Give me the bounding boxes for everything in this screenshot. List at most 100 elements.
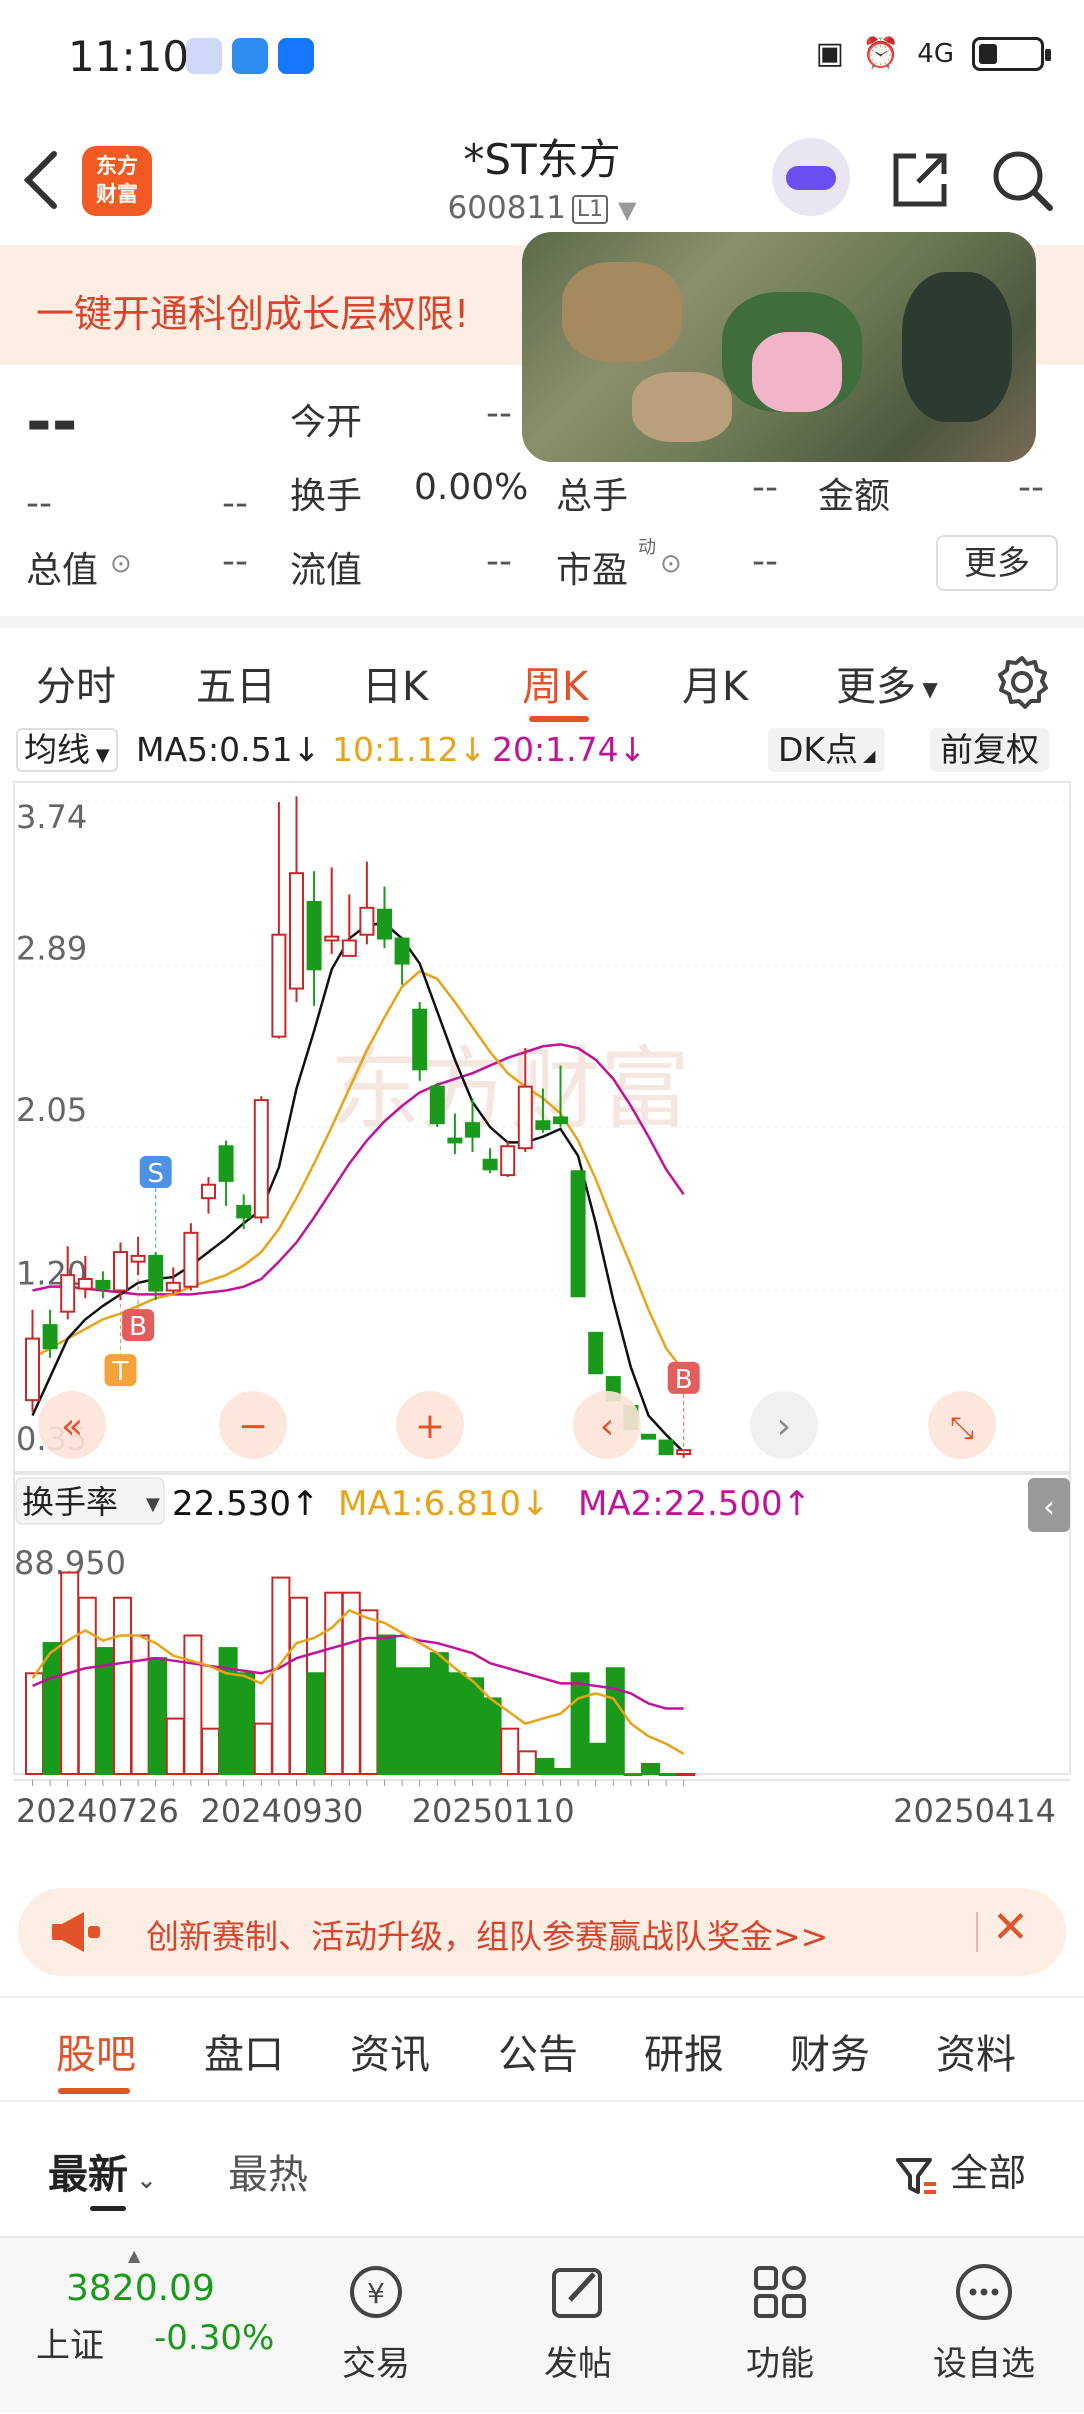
dk-point-button[interactable]: DK点 ◢ — [768, 728, 886, 772]
svg-text:‹: ‹ — [600, 1406, 614, 1447]
kline-chart[interactable]: 东方财富 3.742.892.051.200.35 STBB « − + ‹ ›… — [0, 780, 1084, 1870]
candle-body — [570, 1170, 586, 1298]
expand-button[interactable]: ⤡ — [928, 1391, 996, 1459]
tab-pankou[interactable]: 盘口 — [204, 2022, 284, 2080]
float-label: 流值 — [290, 550, 363, 591]
signal-icon: 4G — [917, 38, 954, 69]
candle-body — [412, 1008, 428, 1071]
ma-selector[interactable]: 均线 ▼ — [16, 728, 118, 772]
amount-value: -- — [1018, 467, 1044, 508]
turnover-bar — [25, 1672, 44, 1775]
volume-value: -- — [752, 467, 778, 508]
chart-nav-buttons: « − + ‹ › ⤡ — [38, 1391, 996, 1459]
pe-value: -- — [752, 541, 778, 582]
nfc-icon: ▣ — [815, 36, 844, 71]
search-icon[interactable] — [990, 148, 1054, 212]
zoom-out-button[interactable]: − — [219, 1391, 287, 1459]
caret-down-icon: ▼ — [146, 1494, 160, 1515]
tab-five-day[interactable]: 五日 — [196, 654, 276, 712]
tab-finance[interactable]: 财务 — [790, 2022, 870, 2080]
candle-body — [447, 1137, 463, 1144]
index-value: 3820.09 — [66, 2268, 215, 2309]
x-axis-labels: 20240726 20240930 20250110 20250414 — [14, 1779, 1070, 1830]
turnover-bar — [517, 1750, 537, 1775]
tab-monthly-k[interactable]: 月K — [682, 654, 748, 712]
turnover-bar — [165, 1717, 185, 1775]
tab-announcement[interactable]: 公告 — [498, 2022, 578, 2080]
turnover-bar — [306, 1672, 326, 1775]
candle-body — [306, 901, 322, 971]
tab-intraday[interactable]: 分时 — [36, 654, 116, 712]
contest-promo-bar[interactable]: 创新赛制、活动升级，组队参赛赢战队奖金>> ✕ — [18, 1888, 1066, 1976]
ai-assistant-icon[interactable] — [772, 138, 850, 216]
candle-body — [553, 1116, 568, 1125]
current-price: -- — [26, 385, 78, 458]
svg-text:+: + — [415, 1406, 445, 1447]
ma20-value: 20:1.74↓ — [492, 730, 647, 769]
tab-daily-k[interactable]: 日K — [362, 654, 428, 712]
change-pct: -- — [222, 483, 248, 524]
index-quote[interactable]: ▲ 3820.09 上证 -0.30% — [30, 2238, 290, 2414]
turnover-value: 22.530↑ — [172, 1484, 319, 1524]
scroll-left-fast-button[interactable]: « — [38, 1391, 106, 1459]
candle-body — [641, 1433, 656, 1440]
volume-label: 总手 — [556, 476, 629, 517]
scroll-right-button[interactable]: › — [750, 1391, 818, 1459]
close-icon[interactable]: ✕ — [992, 1902, 1029, 1953]
marker-label: B — [675, 1365, 693, 1395]
candle-body — [201, 1183, 216, 1200]
zoom-in-button[interactable]: + — [396, 1391, 464, 1459]
pe-sup: 动 — [638, 537, 656, 558]
candle-body — [658, 1439, 674, 1455]
trade-label: 交易 — [342, 2344, 410, 2384]
float-value: -- — [486, 541, 512, 582]
tab-weekly-k[interactable]: 周K — [522, 654, 588, 712]
candle-body — [341, 939, 357, 957]
mktcap-info-icon[interactable]: ⊙ — [110, 549, 132, 579]
divider — [976, 1912, 978, 1952]
turnover-value: 0.00% — [414, 467, 529, 508]
stock-code: 600811 — [447, 190, 566, 226]
candle-body — [289, 872, 304, 990]
more-quote-button[interactable]: 更多 — [936, 535, 1058, 591]
caret-down-icon: ▼ — [916, 677, 938, 701]
candle-body — [394, 937, 410, 965]
cloud-app-icon — [232, 38, 268, 74]
svg-text:›: › — [777, 1406, 791, 1447]
tab-more[interactable]: 更多 ▼ — [836, 654, 938, 712]
turnover-bar — [341, 1591, 361, 1775]
settings-gear-icon[interactable] — [994, 654, 1050, 710]
turnover-bar — [641, 1762, 660, 1776]
weather-icon — [186, 38, 222, 74]
svg-text:−: − — [238, 1406, 268, 1447]
pe-info-icon[interactable]: ⊙ — [660, 549, 682, 579]
change-value: -- — [26, 483, 52, 524]
candle-body — [271, 933, 287, 1038]
sort-hot-button[interactable]: 最热 — [228, 2142, 308, 2200]
turnover-selector-label: 换手率 — [22, 1483, 118, 1521]
adjust-button[interactable]: 前复权 — [930, 728, 1049, 772]
turnover-bar — [201, 1727, 220, 1775]
open-label: 今开 — [290, 402, 363, 443]
tab-research[interactable]: 研报 — [644, 2022, 724, 2080]
share-icon[interactable] — [888, 148, 952, 212]
scroll-left-button[interactable]: ‹ — [573, 1391, 641, 1459]
kline-tabs: 分时 五日 日K 周K 月K 更多 ▼ — [0, 616, 1084, 722]
tab-news[interactable]: 资讯 — [350, 2022, 430, 2080]
trade-icon: ¥ — [350, 2266, 402, 2318]
turnover-ma1: MA1:6.810↓ — [338, 1484, 550, 1524]
tab-guba[interactable]: 股吧 — [56, 2022, 136, 2080]
turnover-bar — [658, 1773, 678, 1776]
turnover-bar — [77, 1596, 97, 1775]
filter-all-label: 全部 — [950, 2151, 1027, 2195]
content-tabs: 股吧 盘口 资讯 公告 研报 财务 资料 — [0, 1996, 1084, 2102]
sort-latest-button[interactable]: 最新 ⌄ — [48, 2142, 156, 2200]
mktcap-value: -- — [222, 541, 248, 582]
active-subtab-indicator — [58, 2088, 130, 2094]
pe-label: 市盈 — [556, 550, 629, 591]
turnover-bar — [271, 1576, 291, 1775]
candle-body — [377, 908, 392, 940]
filter-all-button[interactable]: 全部 — [894, 2142, 1026, 2198]
tab-profile[interactable]: 资料 — [936, 2022, 1016, 2080]
candle-body — [113, 1251, 128, 1292]
